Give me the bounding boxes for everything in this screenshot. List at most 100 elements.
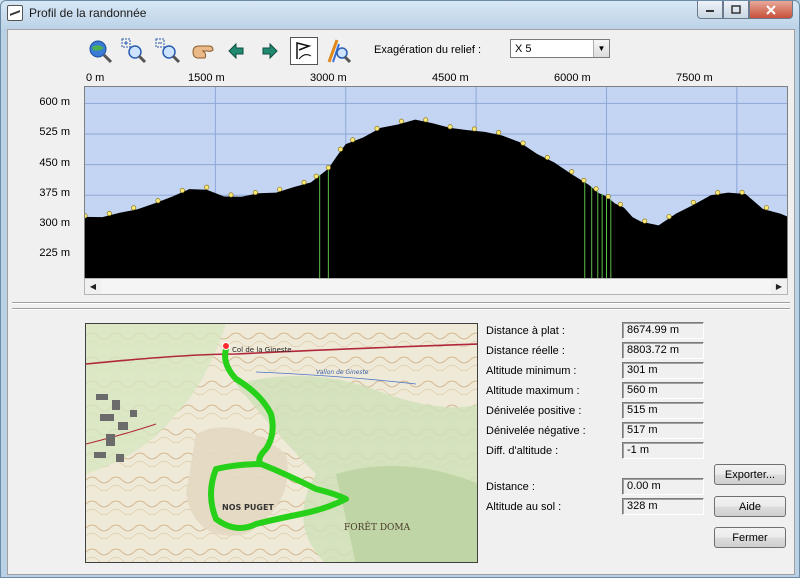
exaggeration-label: Exagération du relief : (374, 44, 482, 56)
toolbar (86, 36, 358, 66)
waypoint-dot (763, 205, 769, 211)
close-icon (766, 4, 776, 15)
divider (12, 308, 790, 310)
zoom-out-button[interactable] (154, 37, 182, 65)
waypoint-dot (739, 189, 745, 195)
close-dialog-button[interactable]: Fermer (714, 527, 786, 548)
map-label-puget: NOS PUGET (222, 503, 274, 512)
x-tick-label: 6000 m (554, 72, 591, 84)
x-tick-label: 7500 m (676, 72, 713, 84)
route-search-button[interactable] (324, 37, 352, 65)
waypoint-dot (544, 154, 550, 160)
profile-scrollbar[interactable]: ◀ ▶ (84, 278, 788, 295)
app-icon (7, 5, 23, 21)
pan-button[interactable] (188, 37, 216, 65)
topographic-map: Col de la Gineste Vallon de Gineste NOS … (86, 324, 477, 562)
divider (12, 302, 790, 304)
y-tick-label: 600 m (39, 96, 70, 108)
scroll-right-button[interactable]: ▶ (771, 279, 787, 294)
pan-hand-icon (192, 45, 214, 59)
map-label-foret: FORÊT DOMA (344, 521, 411, 533)
stat-label: Distance réelle : (486, 345, 565, 357)
flag-route-icon (296, 42, 312, 60)
zoom-extent-button[interactable] (86, 37, 114, 65)
route-search-icon (327, 39, 351, 64)
minimize-icon (706, 9, 714, 12)
export-button[interactable]: Exporter... (714, 464, 786, 485)
globe-search-icon (89, 40, 113, 64)
waypoint-dot (179, 188, 185, 194)
waypoint-dot (155, 198, 161, 204)
waypoint-dot (569, 169, 575, 175)
waypoint-dot (605, 194, 611, 200)
stat-label: Distance à plat : (486, 325, 565, 337)
waypoint-dot (617, 201, 623, 207)
waypoint-dot (642, 218, 648, 224)
zoom-in-button[interactable] (120, 37, 148, 65)
waypoint-dot (131, 205, 137, 211)
elevation-profile-svg (85, 87, 787, 279)
waypoint-dot (252, 190, 258, 196)
cursor-distance-field: 0.00 m (622, 478, 704, 495)
waypoint-dot (277, 186, 283, 192)
stat-value-field: -1 m (622, 442, 704, 459)
waypoint-dot (471, 126, 477, 132)
help-button[interactable]: Aide (714, 496, 786, 517)
waypoint-dot (325, 165, 331, 171)
y-tick-label: 525 m (39, 126, 70, 138)
ground-altitude-field: 328 m (622, 498, 704, 515)
waypoint-dot (85, 213, 88, 219)
arrow-left-icon (228, 42, 244, 60)
next-button[interactable] (256, 37, 284, 65)
waypoint-dot (423, 117, 429, 123)
waypoint-dot (204, 184, 210, 190)
waypoint-dot (715, 190, 721, 196)
maximize-icon (731, 5, 741, 14)
waypoint-dot (666, 214, 672, 220)
arrow-right-icon (262, 42, 278, 60)
waypoint-dot (301, 179, 307, 185)
waypoint-dot (581, 177, 587, 183)
scroll-left-button[interactable]: ◀ (85, 279, 101, 294)
map-label-vallon: Vallon de Gineste (316, 369, 369, 376)
ground-altitude-label: Altitude au sol : (486, 501, 562, 513)
previous-button[interactable] (222, 37, 250, 65)
y-tick-label: 225 m (39, 247, 70, 259)
stat-label: Dénivelée positive : (486, 405, 582, 417)
stat-value-field: 8674.99 m (622, 322, 704, 339)
waypoint-dot (228, 192, 234, 198)
waypoint-dot (690, 199, 696, 205)
chevron-down-icon[interactable]: ▼ (593, 40, 609, 57)
close-button[interactable] (749, 1, 793, 19)
scroll-track[interactable] (101, 279, 771, 294)
waypoint-dot (350, 137, 356, 143)
x-tick-label: 3000 m (310, 72, 347, 84)
y-tick-label: 300 m (39, 217, 70, 229)
x-tick-label: 4500 m (432, 72, 469, 84)
exaggeration-select[interactable]: X 5 ▼ (510, 39, 610, 58)
maximize-button[interactable] (723, 1, 749, 19)
x-tick-label: 0 m (86, 72, 105, 84)
stat-label: Altitude maximum : (486, 385, 580, 397)
cursor-distance-label: Distance : (486, 481, 535, 493)
waypoint-dot (593, 186, 599, 192)
profile-window: Profil de la randonnée Exagération du re… (0, 0, 800, 578)
elevation-profile-chart[interactable] (84, 86, 788, 280)
y-tick-label: 450 m (39, 157, 70, 169)
waypoint-dot (520, 140, 526, 146)
x-tick-label: 1500 m (188, 72, 225, 84)
waypoint-dot (313, 173, 319, 179)
stat-label: Dénivelée négative : (486, 425, 586, 437)
stat-value-field: 515 m (622, 402, 704, 419)
minimize-button[interactable] (697, 1, 723, 19)
stat-label: Diff. d'altitude : (486, 445, 559, 457)
waypoint-dot (447, 124, 453, 130)
zoom-in-icon (121, 38, 147, 64)
stat-value-field: 517 m (622, 422, 704, 439)
stat-value-field: 560 m (622, 382, 704, 399)
show-waypoints-button[interactable] (290, 37, 318, 65)
title-bar[interactable]: Profil de la randonnée (1, 1, 799, 25)
waypoint-dot (338, 146, 344, 152)
window-title: Profil de la randonnée (29, 6, 147, 20)
route-map[interactable]: Col de la Gineste Vallon de Gineste NOS … (85, 323, 478, 563)
